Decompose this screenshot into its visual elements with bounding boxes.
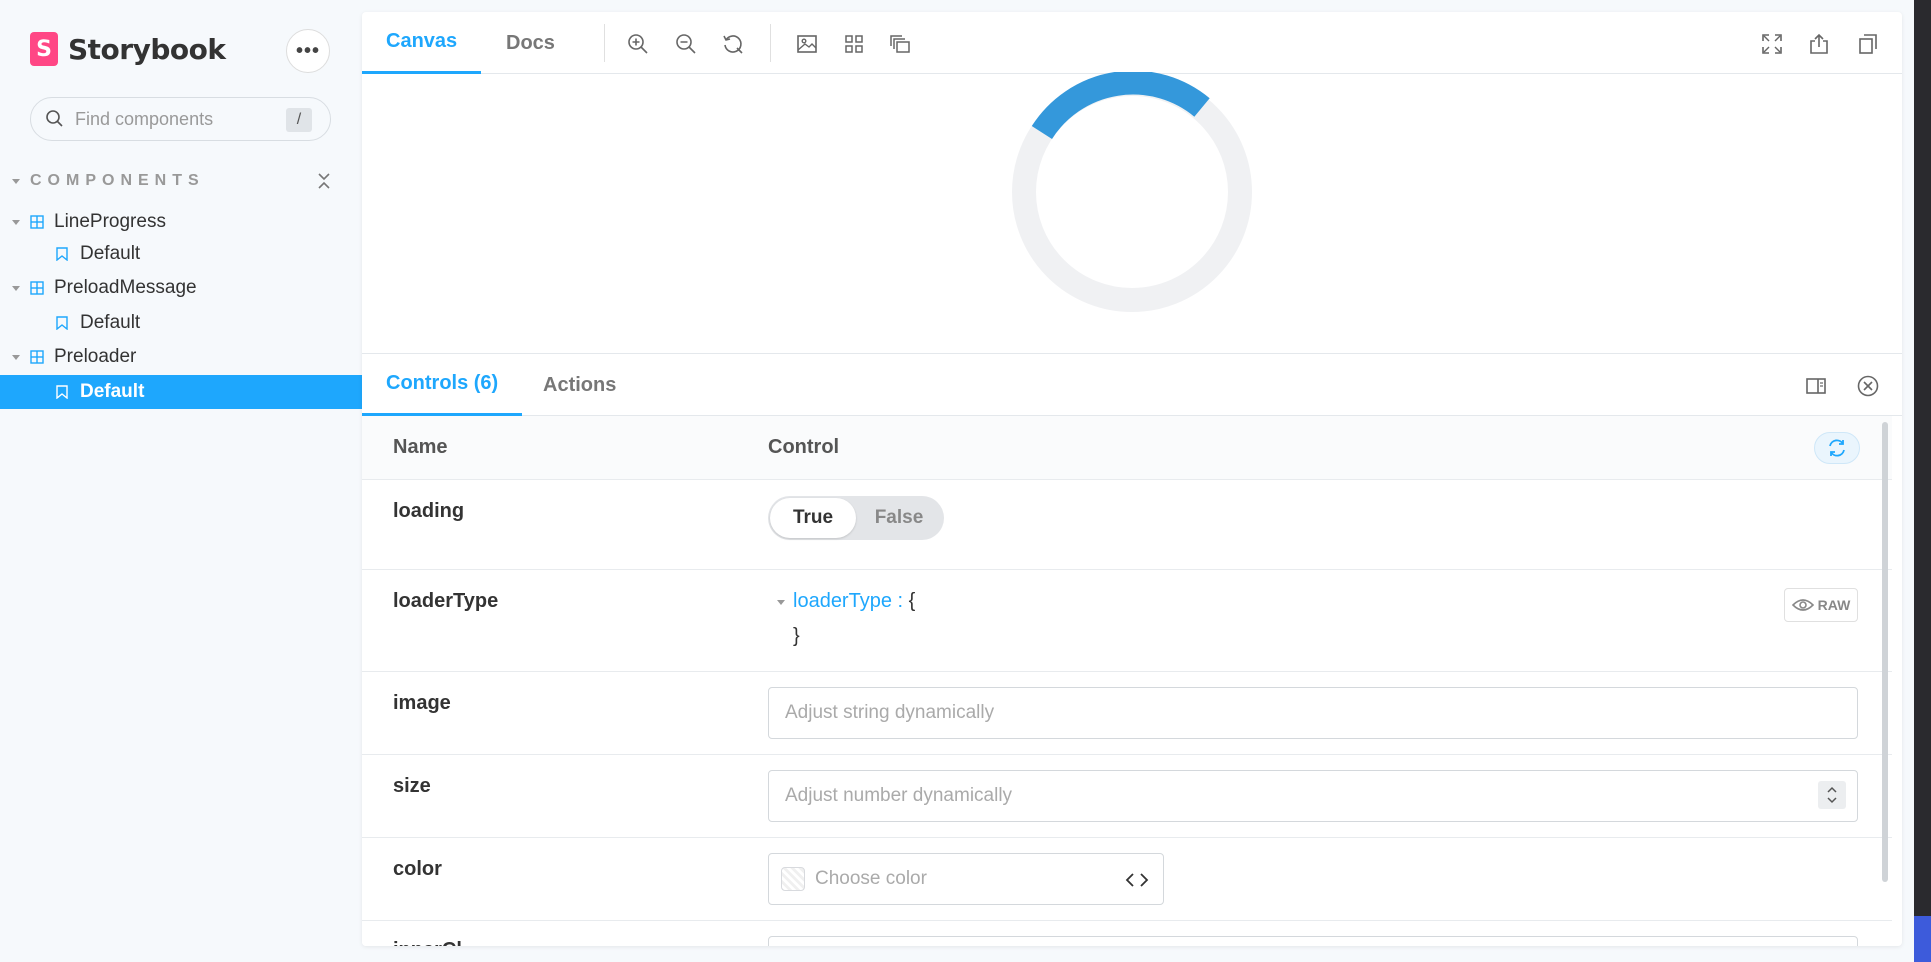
component-icon xyxy=(30,350,44,364)
caret-down-icon xyxy=(12,178,20,184)
stepper-arrows-icon xyxy=(1827,786,1837,804)
control-name: loaderType xyxy=(393,590,499,612)
sidebar-item-label: PreloadMessage xyxy=(54,277,197,298)
toggle-true-option[interactable]: True xyxy=(770,498,856,538)
control-row-partial: innerCl xyxy=(362,921,1892,946)
sidebar-story-lineprogress-default[interactable]: Default xyxy=(0,237,362,271)
main-panel: Canvas Docs Controls (6) Actions Name Co… xyxy=(362,12,1902,946)
controls-scrollbar[interactable] xyxy=(1882,422,1888,882)
component-icon xyxy=(30,215,44,229)
sidebar: S Storybook ••• / COMPONENTS LineProgres… xyxy=(0,0,362,962)
sidebar-item-preloader[interactable]: Preloader xyxy=(0,340,362,374)
size-number-input[interactable] xyxy=(768,770,1858,822)
controls-table: Name Control loading True False loaderTy… xyxy=(362,416,1892,946)
raw-label: RAW xyxy=(1817,597,1851,613)
image-text-input[interactable] xyxy=(768,687,1858,739)
controls-table-header: Name Control xyxy=(362,416,1892,480)
column-header-control: Control xyxy=(768,436,840,458)
preview-canvas xyxy=(362,72,1902,354)
eye-icon xyxy=(1791,599,1814,611)
tab-canvas[interactable]: Canvas xyxy=(362,12,482,74)
json-object-open[interactable]: loaderType : { xyxy=(793,590,915,613)
outline-icon[interactable] xyxy=(889,32,913,56)
control-name: size xyxy=(393,775,431,797)
toolbar-divider xyxy=(604,24,605,62)
control-row-loading: loading True False xyxy=(362,480,1892,570)
sidebar-item-preloadmessage[interactable]: PreloadMessage xyxy=(0,271,362,305)
control-name: loading xyxy=(393,500,465,522)
grid-icon[interactable] xyxy=(842,32,866,56)
tab-actions[interactable]: Actions xyxy=(519,354,640,416)
panel-orientation-icon[interactable] xyxy=(1804,374,1828,398)
column-header-name: Name xyxy=(393,436,448,458)
toggle-false-option[interactable]: False xyxy=(856,498,942,538)
components-section-header[interactable]: COMPONENTS xyxy=(12,170,332,192)
zoom-out-icon[interactable] xyxy=(674,32,698,56)
color-picker-field[interactable] xyxy=(768,853,1164,905)
tab-controls[interactable]: Controls (6) xyxy=(362,354,523,416)
sidebar-item-label: Default xyxy=(80,312,141,333)
copy-link-icon[interactable] xyxy=(1856,32,1880,56)
section-title: COMPONENTS xyxy=(30,172,205,189)
control-name: color xyxy=(393,858,442,880)
caret-down-icon[interactable] xyxy=(777,600,785,605)
number-stepper[interactable] xyxy=(1818,781,1846,809)
bookmark-icon xyxy=(56,385,68,399)
sidebar-menu-button[interactable]: ••• xyxy=(286,29,330,73)
bookmark-icon xyxy=(56,316,68,330)
sidebar-story-preloader-default[interactable]: Default xyxy=(0,375,362,409)
raw-toggle-button[interactable]: RAW xyxy=(1784,588,1858,622)
size-number-field xyxy=(768,770,1858,822)
storybook-brand[interactable]: S Storybook xyxy=(30,32,226,66)
color-input[interactable] xyxy=(815,868,1115,890)
sidebar-item-label: LineProgress xyxy=(54,211,166,232)
json-key: loaderType : xyxy=(793,590,904,612)
sidebar-story-preloadmessage-default[interactable]: Default xyxy=(0,306,362,340)
toolbar-divider xyxy=(770,24,771,62)
storybook-logo: S xyxy=(30,32,58,66)
close-panel-icon[interactable] xyxy=(1856,374,1880,398)
sidebar-item-label: Default xyxy=(80,381,145,402)
color-swatch[interactable] xyxy=(781,867,805,891)
share-icon[interactable] xyxy=(1807,32,1831,56)
control-name: image xyxy=(393,692,451,714)
control-row-size: size xyxy=(362,755,1892,838)
brand-name: Storybook xyxy=(68,32,226,66)
bookmark-icon xyxy=(56,247,68,261)
tab-docs[interactable]: Docs xyxy=(482,12,579,74)
caret-down-icon xyxy=(12,219,20,225)
boolean-toggle[interactable]: True False xyxy=(768,496,944,540)
control-row-image: image xyxy=(362,672,1892,755)
page-scrollbar-track[interactable] xyxy=(1914,0,1931,962)
sidebar-item-label: Default xyxy=(80,243,141,264)
refresh-icon xyxy=(1829,439,1845,457)
collapse-all-icon[interactable] xyxy=(316,172,332,190)
fullscreen-icon[interactable] xyxy=(1760,32,1784,56)
control-name: innerCl xyxy=(393,939,462,946)
json-brace-close: } xyxy=(793,625,800,647)
page-scrollbar-thumb[interactable] xyxy=(1914,916,1931,962)
zoom-in-icon[interactable] xyxy=(626,32,650,56)
sidebar-item-label: Preloader xyxy=(54,346,137,367)
sidebar-item-lineprogress[interactable]: LineProgress xyxy=(0,205,362,239)
search-shortcut: / xyxy=(286,108,312,132)
caret-down-icon xyxy=(12,285,20,291)
search-box[interactable]: / xyxy=(30,97,331,141)
toolbar: Canvas Docs xyxy=(362,12,1902,74)
background-image-icon[interactable] xyxy=(795,32,819,56)
component-icon xyxy=(30,281,44,295)
reset-controls-button[interactable] xyxy=(1814,432,1860,464)
json-brace-open: { xyxy=(908,590,916,612)
search-input[interactable] xyxy=(75,108,275,130)
preloader-spinner xyxy=(1012,72,1252,312)
caret-down-icon xyxy=(12,354,20,360)
control-row-color: color xyxy=(362,838,1892,921)
addon-panel-header: Controls (6) Actions xyxy=(362,354,1902,416)
partial-input[interactable] xyxy=(768,936,1858,946)
control-row-loadertype: loaderType loaderType : { } RAW xyxy=(362,570,1892,672)
code-icon[interactable] xyxy=(1125,868,1149,892)
search-icon xyxy=(46,110,63,127)
reset-zoom-icon[interactable] xyxy=(721,32,745,56)
